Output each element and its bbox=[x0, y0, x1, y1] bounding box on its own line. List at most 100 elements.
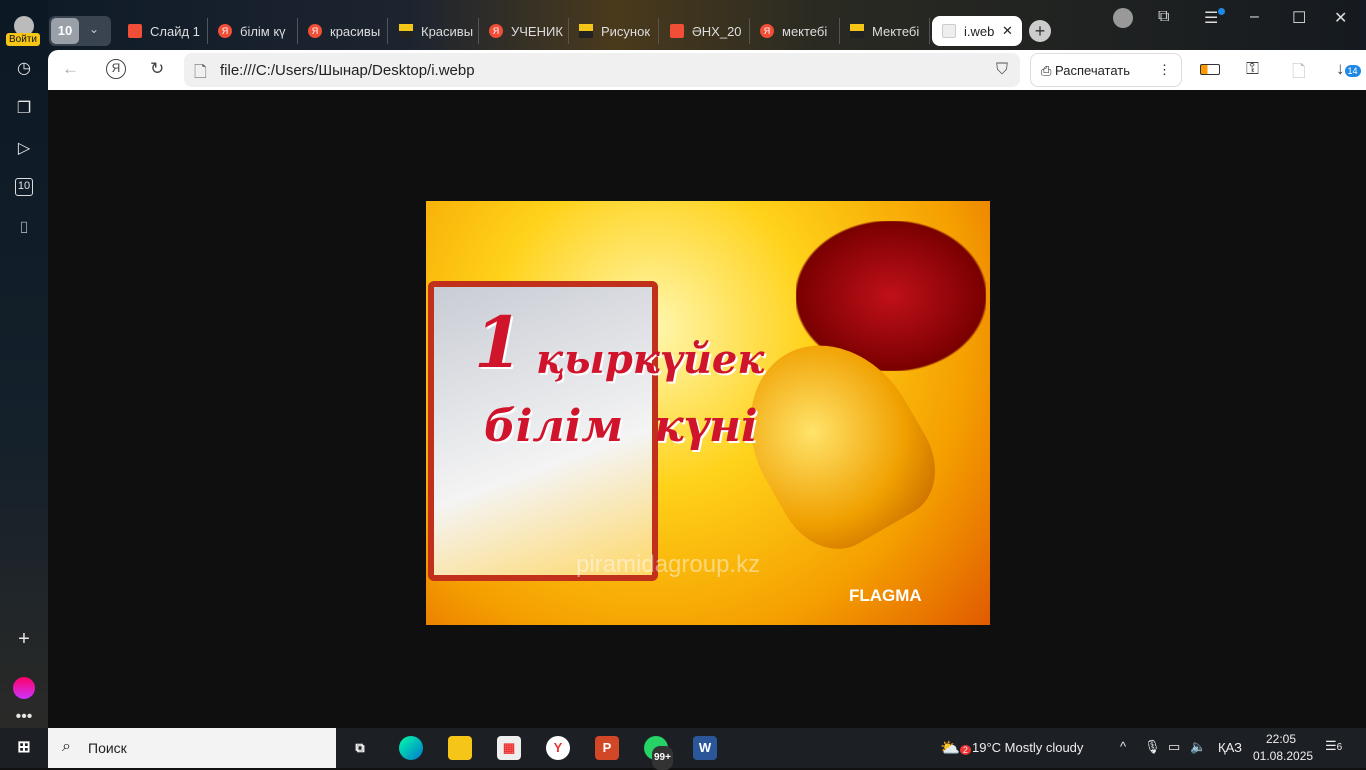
taskbar: ⊞ ⌕ Поиск ⧉ ▦ Y P 99+ W ⛅ 2 19°C Mostly cl… bbox=[0, 728, 1366, 770]
tab-label: ӘНХ_20 bbox=[692, 23, 742, 39]
search-icon: ⌕ bbox=[62, 738, 71, 755]
tab[interactable]: Мектебі bbox=[844, 18, 930, 44]
minimize-icon[interactable]: – bbox=[1250, 8, 1259, 26]
toolbar: ← Я ↻ 🗋 file:///C:/Users/Шынар/Desktop/i… bbox=[48, 50, 1366, 90]
play-icon[interactable]: ▷ bbox=[13, 138, 35, 160]
yandex-icon: Я bbox=[308, 24, 322, 38]
image-icon bbox=[850, 24, 864, 38]
reload-icon[interactable]: ↻ bbox=[150, 59, 164, 79]
tab-count: 10 bbox=[51, 18, 79, 44]
tab-label: Слайд 1 bbox=[150, 23, 200, 39]
tab-label: Рисунок bbox=[601, 23, 651, 39]
taskbar-search[interactable]: ⌕ Поиск bbox=[48, 728, 336, 768]
image-text-2: қыркүйек bbox=[536, 336, 765, 383]
mic-icon[interactable]: 🎙 bbox=[1144, 739, 1161, 755]
tab-active[interactable]: i.webp ✕ bbox=[932, 16, 1022, 46]
image-text-1: 1 bbox=[474, 301, 523, 384]
url-text[interactable]: file:///C:/Users/Шынар/Desktop/i.webp bbox=[220, 62, 475, 79]
login-button[interactable]: Войти bbox=[6, 33, 40, 46]
close-icon[interactable]: ✕ bbox=[1334, 8, 1347, 28]
weather-text[interactable]: 19°C Mostly cloudy bbox=[972, 740, 1083, 755]
tab[interactable]: Якрасивы bbox=[302, 18, 388, 44]
windows-start-icon[interactable]: ⊞ bbox=[12, 736, 36, 760]
tab[interactable]: Красивы bbox=[393, 18, 479, 44]
tab[interactable]: Ямектебі bbox=[754, 18, 840, 44]
protect-icon[interactable]: 🗋 bbox=[1292, 59, 1306, 88]
volume-icon[interactable]: 🔈 bbox=[1190, 739, 1206, 755]
tray-chevron-icon[interactable]: ^ bbox=[1120, 739, 1126, 754]
pdf-icon bbox=[128, 24, 142, 38]
account-icon[interactable] bbox=[1113, 8, 1133, 28]
tab[interactable]: Ябілім кү bbox=[212, 18, 298, 44]
tab[interactable]: ӘНХ_20 bbox=[664, 18, 750, 44]
weather-badge: 2 bbox=[959, 745, 971, 755]
language-indicator[interactable]: ҚАЗ bbox=[1218, 740, 1242, 755]
tab-label: Красивы bbox=[421, 23, 474, 39]
extensions-icon[interactable]: ⚿ bbox=[1246, 59, 1259, 79]
image-text-3: білім күні bbox=[484, 401, 758, 452]
tab-count-button[interactable]: 10 ⌄ bbox=[49, 16, 111, 46]
weather-icon[interactable]: ⛅ 2 bbox=[940, 738, 971, 758]
close-tab-icon[interactable]: ✕ bbox=[1002, 23, 1013, 39]
print-label: Распечатать bbox=[1055, 63, 1131, 78]
print-button[interactable]: ⎙ Распечатать ⋮ bbox=[1030, 53, 1182, 87]
bookmark-icon[interactable]: ⛉ bbox=[996, 61, 1008, 79]
image-icon bbox=[579, 24, 593, 38]
tab-label: мектебі bbox=[782, 23, 828, 39]
explorer-icon[interactable] bbox=[448, 736, 472, 760]
whatsapp-icon[interactable]: 99+ bbox=[644, 736, 673, 770]
file-icon: 🗋 bbox=[194, 64, 207, 81]
battery-icon[interactable] bbox=[1200, 64, 1220, 75]
new-tab-button[interactable]: + bbox=[1029, 20, 1051, 42]
yandex-icon: Я bbox=[218, 24, 232, 38]
tab[interactable]: Я УЧЕНИК bbox=[483, 18, 569, 44]
screenshot-icon[interactable]: ⌷ bbox=[13, 218, 35, 240]
address-bar[interactable]: 🗋 file:///C:/Users/Шынар/Desktop/i.webp … bbox=[184, 53, 1020, 87]
clock-date[interactable]: 01.08.2025 bbox=[1253, 749, 1313, 763]
powerpoint-icon[interactable]: P bbox=[595, 736, 619, 760]
edge-icon[interactable] bbox=[399, 736, 423, 760]
menu-icon[interactable]: ☰ bbox=[1204, 8, 1226, 28]
downloads-badge: 14 bbox=[1344, 65, 1361, 77]
history-icon[interactable]: ◷ bbox=[13, 58, 35, 80]
tab-label: білім кү bbox=[240, 23, 286, 39]
tab-label: УЧЕНИК bbox=[511, 23, 563, 39]
more-icon[interactable]: ••• bbox=[13, 706, 35, 728]
add-icon[interactable]: + bbox=[13, 628, 35, 650]
tab-label: красивы bbox=[330, 23, 381, 39]
printer-icon: ⎙ bbox=[1041, 63, 1056, 78]
yandex-home-icon[interactable]: Я bbox=[106, 59, 126, 79]
battery-tray-icon[interactable]: ▭ bbox=[1168, 739, 1180, 755]
chevron-down-icon: ⌄ bbox=[89, 22, 100, 36]
browser-sidebar: Войти ◷ ❐ ▷ 10 ⌷ + ••• bbox=[0, 0, 48, 728]
file-icon bbox=[942, 24, 956, 38]
downloads-icon[interactable]: ↓ 14 bbox=[1336, 59, 1361, 79]
more-vert-icon[interactable]: ⋮ bbox=[1158, 62, 1171, 78]
pdf-icon bbox=[670, 24, 684, 38]
word-icon[interactable]: W bbox=[693, 736, 717, 760]
search-placeholder: Поиск bbox=[88, 740, 127, 756]
yandex-icon: Я bbox=[489, 24, 503, 38]
tabs-10-icon[interactable]: 10 bbox=[15, 178, 33, 196]
brand-logo: FLAGMA bbox=[849, 586, 922, 605]
clock-time[interactable]: 22:05 bbox=[1266, 732, 1296, 746]
notifications-count: 6 bbox=[1336, 742, 1343, 753]
watermark: piramidagroup.kz bbox=[576, 551, 761, 578]
yandex-icon: Я bbox=[760, 24, 774, 38]
tab[interactable]: Рисунок bbox=[573, 18, 659, 44]
collections-icon[interactable]: ❐ bbox=[13, 98, 35, 120]
tab-label: Мектебі bbox=[872, 23, 920, 39]
tab[interactable]: Слайд 1 bbox=[122, 18, 208, 44]
store-icon[interactable]: ▦ bbox=[497, 736, 521, 760]
displayed-image: 1 қыркүйек білім күні piramidagroup.kz F… bbox=[426, 201, 990, 625]
tab-label: i.webp bbox=[964, 23, 994, 39]
notifications-icon[interactable]: ☰6 bbox=[1325, 738, 1342, 754]
bookmarks-icon[interactable]: ⧉ bbox=[1158, 8, 1169, 26]
image-icon bbox=[399, 24, 413, 38]
back-icon[interactable]: ← bbox=[62, 59, 79, 79]
alice-icon[interactable] bbox=[13, 677, 35, 699]
yandex-browser-icon[interactable]: Y bbox=[546, 736, 570, 760]
maximize-icon[interactable]: ☐ bbox=[1292, 8, 1306, 28]
whatsapp-badge: 99+ bbox=[652, 746, 673, 770]
task-view-icon[interactable]: ⧉ bbox=[348, 736, 372, 760]
